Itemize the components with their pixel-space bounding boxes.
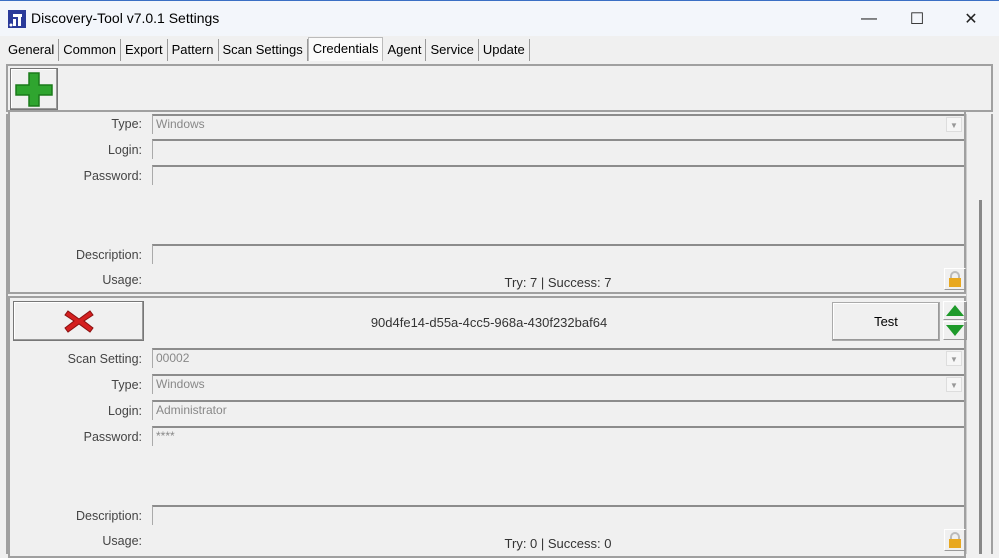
tab-agent[interactable]: Agent [383,39,427,61]
close-button[interactable]: ✕ [948,1,994,37]
lock-icon [949,532,961,548]
plus-icon [15,72,53,107]
delete-credential-button[interactable] [13,301,144,341]
login-input[interactable] [152,139,964,159]
description-label: Description: [76,509,142,523]
description-input[interactable] [152,244,964,264]
tab-bar: General Common Export Pattern Scan Setti… [4,37,530,61]
tab-common[interactable]: Common [59,39,121,61]
app-logo-icon [8,10,26,28]
tab-pattern[interactable]: Pattern [167,39,219,61]
password-input[interactable]: **** [152,426,964,446]
description-label: Description: [76,248,142,262]
scrollbar-thumb[interactable] [979,200,982,554]
scan-setting-select[interactable]: 00002 ▼ [152,348,964,368]
chevron-down-icon: ▼ [946,351,962,366]
maximize-button[interactable]: ☐ [894,1,940,37]
usage-label: Usage: [102,273,142,287]
chevron-down-icon: ▼ [946,377,962,392]
move-down-button[interactable] [943,321,967,340]
tab-update[interactable]: Update [478,39,530,61]
tab-service[interactable]: Service [426,39,479,61]
arrow-down-icon [946,325,964,336]
usage-value: Try: 7 | Success: 7 [504,275,612,290]
password-input[interactable] [152,165,964,185]
toolbar [6,64,993,112]
scrollbar[interactable] [966,114,990,554]
test-button[interactable]: Test [832,302,940,341]
usage-value: Try: 0 | Success: 0 [504,536,612,551]
window-title: Discovery-Tool v7.0.1 Settings [31,10,220,26]
delete-x-icon [63,310,94,333]
lock-button[interactable] [944,529,966,551]
credential-entry: 90d4fe14-d55a-4cc5-968a-430f232baf64 Tes… [8,296,967,558]
tab-export[interactable]: Export [121,39,168,61]
type-value: Windows [156,117,205,131]
login-label: Login: [107,404,142,418]
login-label: Login: [107,143,142,157]
tab-credentials[interactable]: Credentials [307,37,384,61]
lock-icon [949,271,961,287]
arrow-up-icon [946,305,964,316]
credential-id: 90d4fe14-d55a-4cc5-968a-430f232baf64 [370,315,608,330]
credential-entry: Type: Windows ▼ Login: Password: Descript… [8,112,966,294]
password-label: Password: [83,430,142,444]
minimize-button[interactable]: — [846,1,892,37]
login-input[interactable]: Administrator [152,400,964,420]
chevron-down-icon: ▼ [946,117,962,132]
scan-setting-label: Scan Setting: [67,352,142,366]
title-bar: Discovery-Tool v7.0.1 Settings — ☐ ✕ [0,0,999,36]
type-label: Type: [111,378,142,392]
type-select[interactable]: Windows ▼ [152,114,964,134]
add-credential-button[interactable] [10,68,58,110]
password-label: Password: [83,169,142,183]
scan-setting-value: 00002 [156,351,190,365]
lock-button[interactable] [944,268,966,290]
type-value: Windows [156,377,205,391]
tab-scan-settings[interactable]: Scan Settings [218,39,308,61]
description-input[interactable] [152,505,964,525]
type-select[interactable]: Windows ▼ [152,374,964,394]
usage-label: Usage: [102,534,142,548]
tab-general[interactable]: General [4,39,60,61]
type-label: Type: [111,117,142,131]
move-up-button[interactable] [943,301,967,320]
